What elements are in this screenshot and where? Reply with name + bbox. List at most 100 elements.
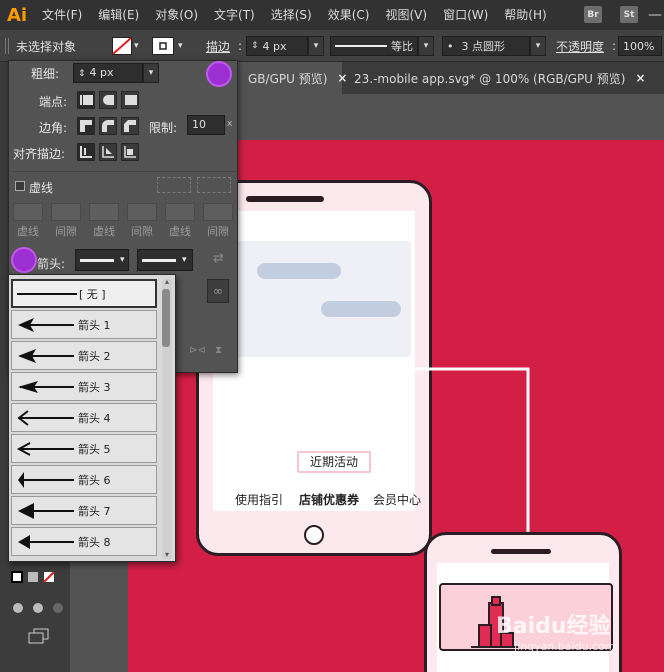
brush-value: 3 点圆形 [461, 40, 506, 53]
align-outside-button[interactable] [121, 143, 139, 161]
gap-field-2[interactable] [127, 203, 157, 221]
menu-object[interactable]: 对象(O) [147, 0, 206, 30]
stock-badge[interactable]: St [620, 6, 638, 23]
gap-field-3[interactable] [203, 203, 233, 221]
arrowhead-option-7[interactable]: 箭头 7 [11, 496, 157, 525]
tab-coupons: 店铺优惠券 [299, 493, 360, 507]
scrollbar-thumb[interactable] [162, 289, 170, 347]
chevron-down-icon[interactable]: ▾ [418, 36, 434, 56]
dash-field-1[interactable] [13, 203, 43, 221]
opacity-value[interactable]: 100% [618, 36, 662, 56]
align-arrow-tip-icon[interactable]: ⊳⊲ [189, 345, 207, 361]
plain-line-icon [17, 292, 77, 295]
screen-mode-icon[interactable] [28, 628, 50, 644]
arrowhead-option-4[interactable]: 箭头 4 [11, 403, 157, 432]
dash-field-2[interactable] [89, 203, 119, 221]
stepper-icon: ⇕ [251, 41, 259, 51]
chevron-down-icon: ▾ [182, 255, 187, 265]
projecting-cap-button[interactable] [121, 91, 139, 109]
menu-help[interactable]: 帮助(H) [496, 0, 554, 30]
menu-effect[interactable]: 效果(C) [320, 0, 378, 30]
menu-view[interactable]: 视图(V) [377, 0, 435, 30]
arrowhead-3-icon [18, 380, 74, 393]
arrowhead-option-3[interactable]: 箭头 3 [11, 372, 157, 401]
menu-file[interactable]: 文件(F) [34, 0, 90, 30]
chevron-down-icon[interactable]: ▾ [143, 63, 159, 83]
limit-label: 限制: [149, 121, 178, 135]
dash-preserve-button[interactable] [157, 177, 191, 193]
stepper-icon: ⇕ [78, 69, 86, 79]
round-join-button[interactable] [99, 117, 117, 135]
gap-field-1[interactable] [51, 203, 81, 221]
tab-document-2[interactable]: 23.-mobile app.svg* @ 100% (RGB/GPU 预览) … [344, 62, 656, 94]
content-card [235, 241, 411, 357]
align-arrow-end-icon[interactable]: ⧗ [215, 345, 233, 361]
profile-value: 等比 [391, 40, 413, 53]
profile-dropdown[interactable]: 等比 ▾ [330, 30, 434, 62]
grip-icon [4, 30, 12, 62]
menu-type[interactable]: 文字(T) [206, 0, 263, 30]
arrowhead-option-5[interactable]: 箭头 5 [11, 434, 157, 463]
stroke-swatch[interactable] [152, 30, 174, 62]
close-icon[interactable]: × [635, 71, 645, 85]
chevron-down-icon[interactable]: ▾ [530, 36, 546, 56]
start-arrow-dropdown[interactable]: ▾ [75, 249, 129, 271]
document-tabs: GB/GPU 预览) × 23.-mobile app.svg* @ 100% … [238, 62, 664, 94]
tab-document-1[interactable]: GB/GPU 预览) × [238, 62, 347, 94]
scroll-up-icon[interactable]: ▴ [162, 277, 172, 286]
divider [13, 171, 235, 172]
end-arrow-dropdown[interactable]: ▾ [137, 249, 193, 271]
brush-dropdown[interactable]: • 3 点圆形 ▾ [442, 30, 546, 62]
placeholder-bar [257, 263, 341, 279]
stroke-dropdown-icon[interactable]: ▾ [178, 30, 183, 62]
weight-stepper-field[interactable]: ⇕ 4 px [73, 63, 143, 83]
arrowhead-option-6[interactable]: 箭头 6 [11, 465, 157, 494]
bridge-badge[interactable]: Br [584, 6, 602, 23]
opacity-field[interactable]: 100% [618, 30, 662, 62]
selection-status: 未选择对象 [16, 39, 77, 54]
arrowhead-option-1[interactable]: 箭头 1 [11, 310, 157, 339]
tab-guide: 使用指引 [235, 493, 284, 507]
opacity-label[interactable]: 不透明度 [556, 30, 604, 62]
swap-arrows-icon[interactable]: ⇄ [213, 251, 231, 269]
weight-value: 4 px [89, 66, 114, 79]
scroll-down-icon[interactable]: ▾ [162, 550, 172, 559]
gap-label: 间隙 [55, 225, 77, 238]
highlight-marker-icon [11, 247, 37, 273]
butt-cap-button[interactable] [77, 91, 95, 109]
align-center-button[interactable] [77, 143, 95, 161]
menu-edit[interactable]: 编辑(E) [90, 0, 147, 30]
bevel-join-button[interactable] [121, 117, 139, 135]
draw-mode-icons[interactable] [10, 600, 66, 618]
line-profile-icon [335, 45, 387, 47]
align-inside-button[interactable] [99, 143, 117, 161]
stroke-weight-stepper[interactable]: ⇕ 4 px ▾ [246, 30, 324, 62]
round-cap-button[interactable] [99, 91, 117, 109]
arrowhead-option-8[interactable]: 箭头 8 [11, 527, 157, 556]
minimize-button[interactable]: — [646, 6, 664, 23]
recent-activity-button[interactable]: 近期活动 [297, 451, 371, 473]
arrowhead-2-icon [18, 348, 74, 363]
colon-text: : [612, 39, 617, 53]
cap-label: 端点: [38, 95, 67, 109]
link-icon[interactable]: ∞ [207, 279, 229, 303]
chevron-down-icon[interactable]: ▾ [308, 36, 324, 56]
fill-dropdown-icon[interactable]: ▾ [134, 30, 139, 62]
arrowhead-option-2[interactable]: 箭头 2 [11, 341, 157, 370]
menu-select[interactable]: 选择(S) [263, 0, 320, 30]
dash-align-corners-button[interactable] [197, 177, 231, 193]
fill-stroke-swatches[interactable] [10, 570, 60, 590]
fill-swatch[interactable] [112, 30, 132, 62]
dashed-line-checkbox[interactable] [15, 181, 25, 191]
dash-field-3[interactable] [165, 203, 195, 221]
arrowhead-option-none[interactable]: [ 无 ] [11, 279, 157, 308]
limit-field[interactable]: 10 [187, 115, 225, 135]
stroke-weight-value: 4 px [262, 39, 287, 53]
app-logo: Ai [6, 4, 28, 26]
dash-label: 虚线 [17, 225, 39, 238]
menu-window[interactable]: 窗口(W) [435, 0, 496, 30]
watermark-brand: Baidu经验 [496, 614, 611, 639]
stroke-label[interactable]: 描边 [206, 30, 230, 62]
miter-join-button[interactable] [77, 117, 95, 135]
arrowhead-5-icon [16, 441, 74, 456]
